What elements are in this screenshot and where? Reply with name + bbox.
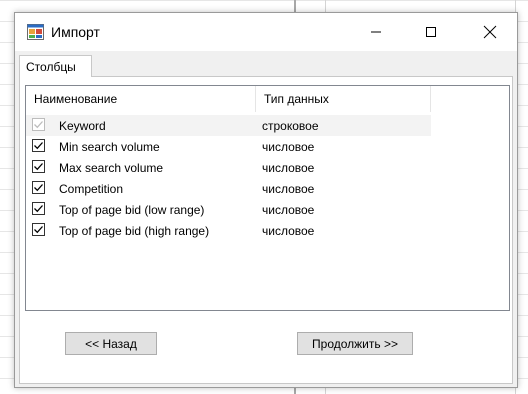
- import-dialog: Импорт Столбцы Наименование Тип данных K…: [14, 12, 518, 388]
- back-button[interactable]: << Назад: [65, 332, 157, 355]
- list-row-competition[interactable]: Competition числовое: [26, 178, 431, 199]
- columns-list[interactable]: Наименование Тип данных Keyword строково…: [25, 85, 510, 311]
- row-name: Top of page bid (low range): [59, 203, 205, 217]
- column-header-type[interactable]: Тип данных: [256, 86, 431, 112]
- row-checkbox[interactable]: [32, 223, 45, 236]
- tab-columns-label: Столбцы: [26, 60, 76, 74]
- window-title: Импорт: [51, 24, 100, 40]
- row-name: Top of page bid (high range): [59, 224, 210, 238]
- row-type: строковое: [262, 119, 319, 133]
- minimize-button[interactable]: [353, 13, 399, 51]
- list-row-min-search-volume[interactable]: Min search volume числовое: [26, 136, 431, 157]
- maximize-button[interactable]: [408, 13, 454, 51]
- row-name: Min search volume: [59, 140, 160, 154]
- row-checkbox[interactable]: [32, 181, 45, 194]
- row-name: Keyword: [59, 119, 106, 133]
- list-row-keyword[interactable]: Keyword строковое: [26, 115, 431, 136]
- list-row-max-search-volume[interactable]: Max search volume числовое: [26, 157, 431, 178]
- check-icon: [34, 205, 43, 213]
- tab-columns[interactable]: Столбцы: [19, 55, 92, 77]
- continue-button[interactable]: Продолжить >>: [297, 332, 413, 355]
- close-icon: [483, 25, 497, 39]
- row-name: Max search volume: [59, 161, 164, 175]
- row-type: числовое: [262, 140, 315, 154]
- row-name: Competition: [59, 182, 124, 196]
- check-icon: [34, 163, 43, 171]
- row-type: числовое: [262, 161, 315, 175]
- list-row-top-bid-high[interactable]: Top of page bid (high range) числовое: [26, 220, 431, 241]
- check-icon: [34, 226, 43, 234]
- row-type: числовое: [262, 203, 315, 217]
- column-header-name[interactable]: Наименование: [26, 86, 256, 112]
- maximize-icon: [426, 27, 436, 37]
- title-bar[interactable]: Импорт: [15, 13, 517, 51]
- row-checkbox[interactable]: [32, 160, 45, 173]
- list-header: Наименование Тип данных: [26, 86, 431, 112]
- row-type: числовое: [262, 224, 315, 238]
- list-row-top-bid-low[interactable]: Top of page bid (low range) числовое: [26, 199, 431, 220]
- row-checkbox[interactable]: [32, 202, 45, 215]
- close-button[interactable]: [467, 13, 513, 51]
- row-type: числовое: [262, 182, 315, 196]
- row-checkbox[interactable]: [32, 139, 45, 152]
- minimize-icon: [371, 31, 381, 33]
- check-icon: [34, 121, 43, 129]
- app-window-icon: [27, 24, 44, 40]
- check-icon: [34, 184, 43, 192]
- check-icon: [34, 142, 43, 150]
- row-checkbox: [32, 118, 45, 131]
